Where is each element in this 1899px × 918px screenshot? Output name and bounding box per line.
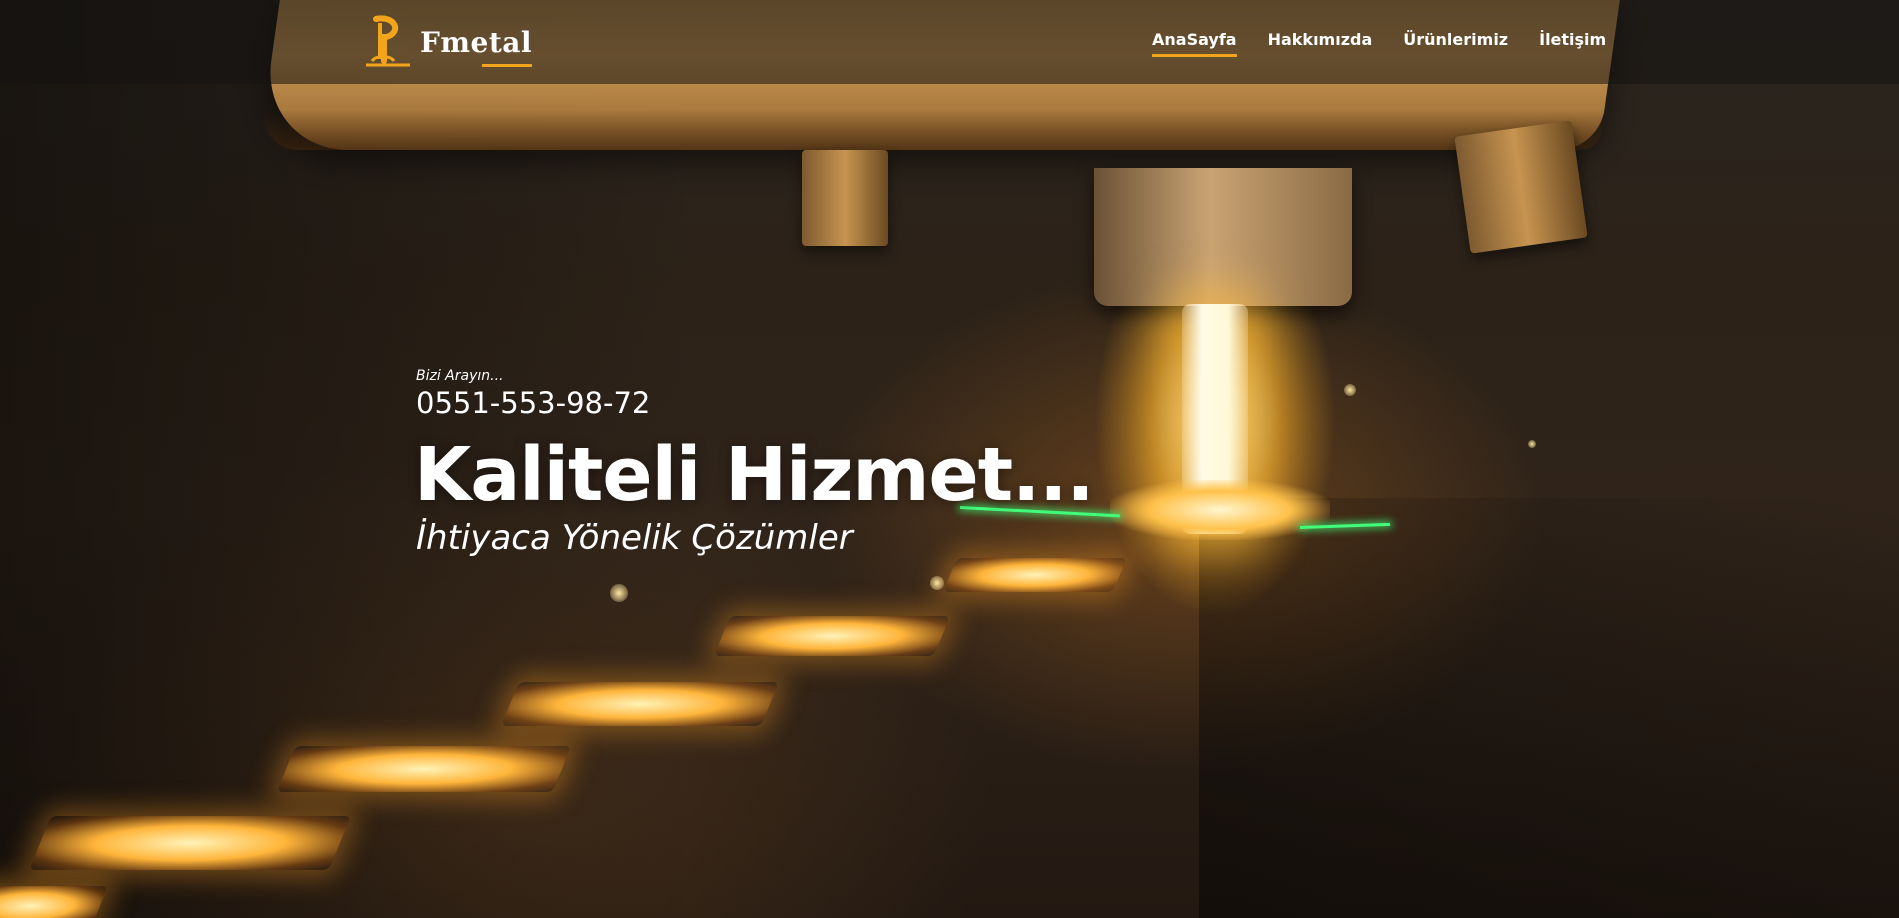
nav-item-urunlerimiz[interactable]: Ürünlerimiz — [1403, 30, 1508, 57]
glowing-slot — [943, 558, 1127, 592]
machine-cutting-head — [1094, 168, 1352, 306]
phone-number[interactable]: 0551-553-98-72 — [416, 386, 650, 420]
machine-bracket-right — [1454, 120, 1588, 254]
glowing-slot — [276, 746, 572, 792]
nav-item-hakkimizda[interactable]: Hakkımızda — [1268, 30, 1373, 57]
brand-name: Fmetal — [420, 25, 533, 67]
nav-item-anasayfa[interactable]: AnaSayfa — [1152, 30, 1237, 57]
brand-logo[interactable]: Fmetal — [362, 15, 533, 68]
hero-tagline: İhtiyaca Yönelik Çözümler — [416, 518, 853, 558]
spark — [1528, 440, 1536, 448]
glowing-slot — [501, 682, 779, 726]
machine-bracket-left — [802, 150, 888, 246]
spark — [610, 584, 628, 602]
molten-pool-glow — [1110, 480, 1330, 540]
spark — [1344, 384, 1356, 396]
top-navbar: Fmetal AnaSayfa Hakkımızda Ürünlerimiz İ… — [0, 0, 1899, 84]
glowing-slot — [29, 816, 351, 870]
hero-shade-right — [1199, 498, 1899, 918]
brand-p-icon — [366, 15, 410, 67]
glowing-slot — [0, 886, 109, 918]
nav-item-iletisim[interactable]: İletişim — [1539, 30, 1606, 57]
hero-headline: Kaliteli Hizmet... — [414, 432, 1094, 518]
call-us-label: Bizi Arayın... — [416, 368, 504, 384]
main-menu: AnaSayfa Hakkımızda Ürünlerimiz İletişim — [1152, 30, 1606, 57]
glowing-slot — [713, 616, 951, 656]
spark — [930, 576, 944, 590]
